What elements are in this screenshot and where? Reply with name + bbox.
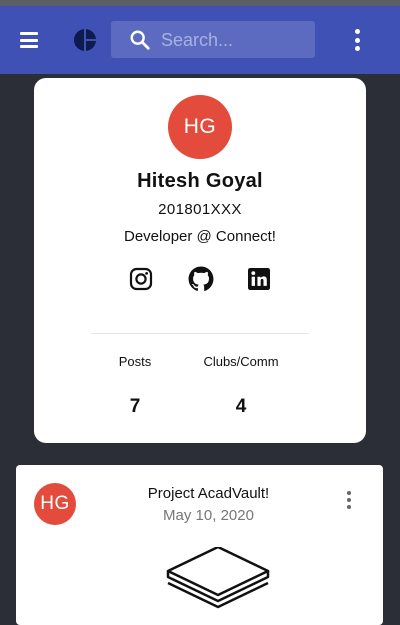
- more-dot: [355, 29, 360, 34]
- stat-label-clubs: Clubs/Comm: [203, 354, 279, 369]
- post-title[interactable]: Project AcadVault!: [96, 485, 321, 502]
- search-icon: [130, 30, 150, 50]
- stat-value-posts[interactable]: 7: [104, 396, 166, 418]
- logo-icon[interactable]: [73, 28, 97, 52]
- app-bar: [0, 6, 400, 74]
- overflow-menu-button[interactable]: [350, 28, 366, 52]
- profile-avatar[interactable]: HG: [168, 95, 232, 159]
- stacked-layers-icon: [166, 547, 270, 609]
- more-dot: [347, 491, 351, 495]
- stat-label-posts: Posts: [118, 354, 152, 369]
- more-dot: [347, 505, 351, 509]
- profile-card: HG Hitesh Goyal 201801XXX Developer @ Co…: [34, 78, 366, 443]
- menu-icon-bar-bottom: [20, 45, 38, 48]
- more-dot: [347, 498, 351, 502]
- linkedin-icon[interactable]: [248, 268, 270, 290]
- profile-name: Hitesh Goyal: [137, 170, 263, 192]
- search-bar[interactable]: [111, 21, 315, 58]
- instagram-icon[interactable]: [129, 267, 153, 291]
- profile-bio: Developer @ Connect!: [124, 228, 276, 245]
- post-card: HG Project AcadVault! May 10, 2020: [16, 465, 383, 625]
- github-icon[interactable]: [188, 266, 214, 292]
- stats-divider: [91, 333, 309, 334]
- menu-icon-bar-top: [20, 32, 38, 35]
- profile-roll-number: 201801XXX: [158, 201, 242, 218]
- menu-icon-bar-middle: [20, 38, 38, 42]
- post-options-button[interactable]: [344, 490, 354, 510]
- more-dot: [355, 37, 360, 43]
- menu-button[interactable]: [18, 30, 42, 50]
- search-input[interactable]: [161, 27, 306, 53]
- stat-value-clubs[interactable]: 4: [194, 396, 288, 418]
- post-date: May 10, 2020: [163, 507, 254, 524]
- more-dot: [355, 46, 360, 51]
- post-author-avatar[interactable]: HG: [34, 483, 76, 525]
